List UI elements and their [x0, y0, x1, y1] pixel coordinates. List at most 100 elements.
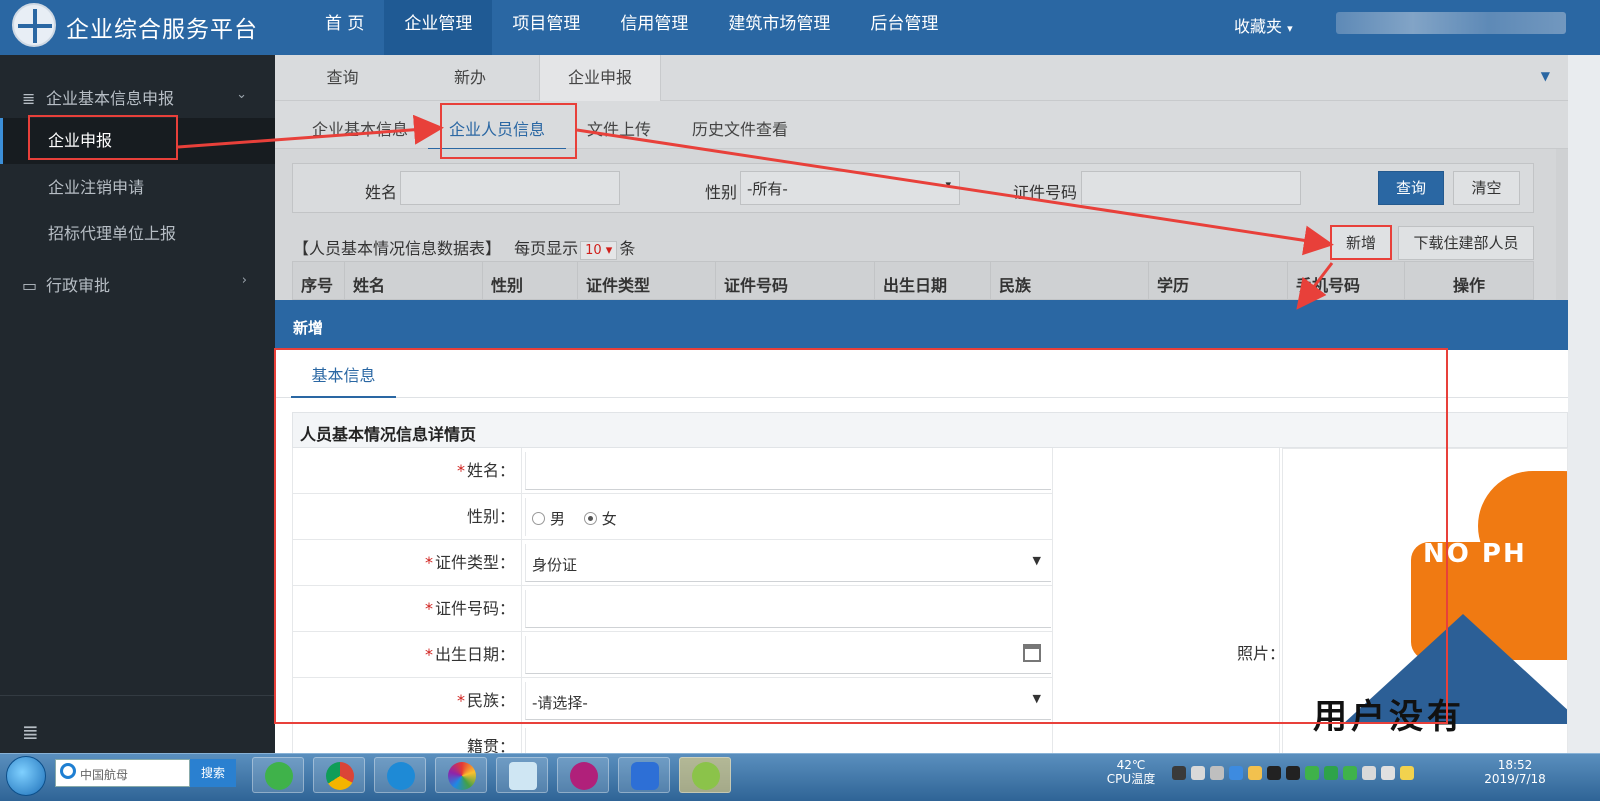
id-number-search-input[interactable] [1081, 171, 1301, 205]
column-header: 证件类型 [578, 262, 716, 299]
chevron-down-icon: ▾ [1287, 22, 1293, 35]
qq-icon[interactable] [1286, 766, 1300, 780]
per-page-label: 每页显示 [514, 239, 579, 258]
tab-file-upload[interactable]: 文件上传 [587, 116, 651, 140]
sidebar-group-basic-info[interactable]: ≣ 企业基本信息申报 [22, 85, 174, 109]
photo-app-icon [448, 762, 476, 790]
name-label: 姓名 [365, 183, 398, 202]
taskbar-app-media[interactable] [557, 757, 609, 793]
nav-project[interactable]: 项目管理 [492, 0, 600, 55]
column-header: 操作 [1452, 276, 1485, 295]
tray-icon[interactable] [1191, 766, 1205, 780]
column-header: 证件号码 [716, 262, 875, 299]
modal-header: 新增 [275, 300, 1568, 350]
modal-title: 新增 [293, 319, 324, 337]
collapse-menu-icon[interactable]: ≣ [22, 720, 39, 744]
nav-home[interactable]: 首 页 [305, 0, 384, 55]
top-tabs: 查询 新办 企业申报 ▼ [275, 55, 1568, 101]
clear-button[interactable]: 清空 [1453, 171, 1520, 205]
sidebar: ≣ 企业基本信息申报 ⌄ 企业申报 企业注销申请 招标代理单位上报 ▭ 行政审批 ›… [0, 55, 275, 769]
tray-icon[interactable] [1343, 766, 1357, 780]
nav-credit[interactable]: 信用管理 [600, 0, 708, 55]
caret-down-icon[interactable]: ▼ [1541, 69, 1550, 83]
taskbar-app-chrome[interactable] [313, 757, 365, 793]
ie-icon [60, 763, 76, 779]
tray-icon[interactable] [1172, 766, 1186, 780]
column-header: 手机号码 [1288, 262, 1405, 299]
tray-icon[interactable] [1400, 766, 1414, 780]
system-tray [1172, 766, 1414, 780]
id-number-label: 证件号码 [1013, 183, 1078, 202]
taskbar-app-ie[interactable] [374, 757, 426, 793]
media-app-icon [570, 762, 598, 790]
annotation-box-form [274, 348, 1448, 724]
gender-select[interactable]: -所有- ▾ [740, 171, 960, 205]
qq-icon[interactable] [1248, 766, 1262, 780]
annotation-box-sidebar [28, 115, 178, 160]
notepad-icon [509, 762, 537, 790]
cpu-temp-label: CPU温度 [1106, 772, 1156, 786]
browser-360-icon [265, 762, 293, 790]
top-bar: 企业综合服务平台 首 页 企业管理 项目管理 信用管理 建筑市场管理 后台管理 … [0, 0, 1600, 55]
column-header: 序号 [293, 262, 345, 299]
tray-icon[interactable] [1210, 766, 1224, 780]
favorites-menu[interactable]: 收藏夹 ▾ [1234, 13, 1293, 37]
sidebar-group-approval[interactable]: ▭ 行政审批 [22, 272, 110, 296]
qq-icon[interactable] [1267, 766, 1281, 780]
network-icon[interactable] [1362, 766, 1376, 780]
sidebar-item-cancel-apply[interactable]: 企业注销申请 [0, 165, 275, 211]
taskbar: 中国航母 搜索 42℃ CPU温度 18:52 2019/7/18 [0, 753, 1600, 801]
taskbar-app-wechat[interactable] [679, 757, 731, 793]
nav-enterprise[interactable]: 企业管理 [384, 0, 493, 55]
column-header: 姓名 [345, 262, 483, 299]
download-personnel-button[interactable]: 下载住建部人员 [1398, 226, 1534, 260]
tab-new[interactable]: 新办 [415, 55, 525, 101]
user-info-blurred [1336, 12, 1566, 34]
scrollbar[interactable] [1556, 149, 1568, 300]
tab-query[interactable]: 查询 [290, 55, 395, 101]
taskbar-app-notepad[interactable] [496, 757, 548, 793]
cpu-temp-value: 42℃ [1116, 758, 1146, 772]
sidebar-group-label: 企业基本信息申报 [46, 89, 175, 108]
clock[interactable]: 18:52 2019/7/18 [1480, 758, 1550, 786]
wps-icon [631, 762, 659, 790]
column-header: 学历 [1149, 262, 1288, 299]
tray-icon[interactable] [1324, 766, 1338, 780]
list-icon: ≣ [22, 89, 36, 108]
gender-label: 性别 [705, 183, 738, 202]
taskbar-app-wps[interactable] [618, 757, 670, 793]
shield-icon[interactable] [1229, 766, 1243, 780]
search-panel: 姓名 性别 -所有- ▾ 证件号码 查询 清空 [292, 163, 1534, 213]
wechat-icon[interactable] [1305, 766, 1319, 780]
taskbar-app-picasa[interactable] [435, 757, 487, 793]
annotation-box-tab [440, 103, 577, 159]
nav-market[interactable]: 建筑市场管理 [708, 0, 850, 55]
volume-icon[interactable] [1381, 766, 1395, 780]
table-header: 序号 姓名 性别 证件类型 证件号码 出生日期 民族 学历 手机号码 操作 [292, 261, 1534, 300]
table-title-text: 【人员基本情况信息数据表】 [293, 239, 502, 258]
tab-history-files[interactable]: 历史文件查看 [692, 116, 788, 140]
sidebar-item-bidding-agent[interactable]: 招标代理单位上报 [0, 211, 275, 257]
taskbar-search-button[interactable]: 搜索 [190, 759, 236, 787]
chevron-down-icon: ⌄ [236, 87, 247, 102]
column-header: 性别 [483, 262, 578, 299]
ie-icon [387, 762, 415, 790]
tab-enterprise-report[interactable]: 企业申报 [539, 55, 661, 101]
wechat-icon [692, 762, 720, 790]
page-size-select[interactable]: 10 ▾ [580, 241, 618, 260]
taskbar-app-360[interactable] [252, 757, 304, 793]
name-search-input[interactable] [400, 171, 620, 205]
chevron-down-icon: ▾ [945, 178, 951, 191]
gender-select-value: -所有- [747, 180, 788, 198]
nav-admin[interactable]: 后台管理 [850, 0, 958, 55]
table-title: 【人员基本情况信息数据表】 每页显示 10 ▾ 条 [293, 235, 635, 260]
favorites-label: 收藏夹 [1234, 17, 1283, 36]
cpu-temp: 42℃ CPU温度 [1105, 758, 1157, 786]
tab-basic-info[interactable]: 企业基本信息 [312, 116, 408, 140]
per-page-unit: 条 [619, 239, 636, 258]
sidebar-group-label: 行政审批 [46, 276, 111, 295]
column-header: 出生日期 [875, 262, 991, 299]
start-button-icon[interactable] [6, 756, 46, 796]
column-header: 民族 [991, 262, 1149, 299]
query-button[interactable]: 查询 [1378, 171, 1444, 205]
